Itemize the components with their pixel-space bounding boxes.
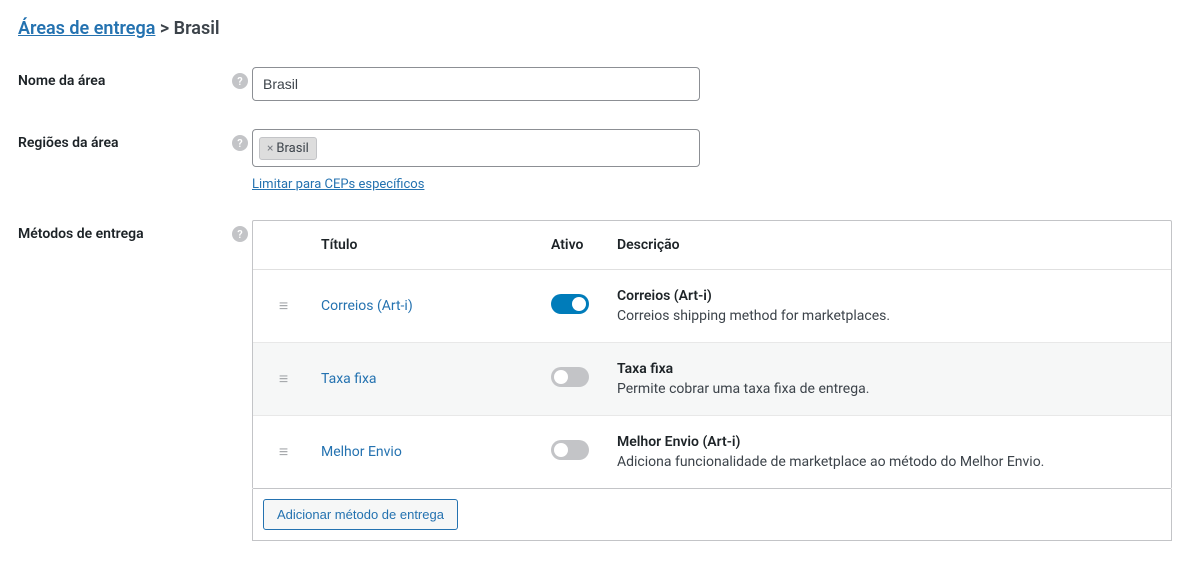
method-desc-text: Permite cobrar uma taxa fixa de entrega. [617, 381, 1165, 397]
method-desc-title: Taxa fixa [617, 361, 1165, 377]
breadcrumb-sep: > [155, 18, 173, 39]
methods-body: ≡ Correios (Art-i) Correios (Art-i) Correio… [253, 270, 1171, 488]
drag-handle-icon[interactable]: ≡ [253, 296, 315, 316]
col-title: Título [315, 237, 545, 253]
breadcrumb: Áreas de entrega > Brasil [18, 18, 1159, 39]
region-tag-label: Brasil [276, 141, 308, 156]
row-area-name: Nome da área ? [18, 67, 1159, 101]
methods-head: Título Ativo Descrição [253, 221, 1171, 270]
method-desc-text: Correios shipping method for marketplace… [617, 308, 1165, 324]
col-description: Descrição [611, 237, 1171, 253]
drag-handle-icon[interactable]: ≡ [253, 442, 315, 462]
region-tag-input[interactable]: ×Brasil [252, 129, 700, 167]
active-toggle[interactable] [551, 367, 589, 387]
region-tag[interactable]: ×Brasil [259, 137, 317, 160]
methods-footer: Adicionar método de entrega [252, 489, 1172, 541]
field-area-regions: ×Brasil Limitar para CEPs específicos [252, 129, 1159, 192]
table-row: ≡ Melhor Envio Melhor Envio (Art-i) Adicion… [253, 416, 1171, 488]
method-title-link[interactable]: Taxa fixa [321, 371, 377, 387]
label-area-name-text: Nome da área [18, 73, 105, 89]
method-title-link[interactable]: Correios (Art-i) [321, 298, 413, 314]
toggle-knob [554, 443, 568, 457]
col-active: Ativo [545, 237, 611, 253]
label-area-regions-text: Regiões da área [18, 135, 119, 151]
breadcrumb-root-link[interactable]: Áreas de entrega [18, 18, 155, 39]
row-area-regions: Regiões da área ? ×Brasil Limitar para C… [18, 129, 1159, 192]
field-area-name [252, 67, 1159, 101]
toggle-knob [554, 370, 568, 384]
label-area-name: Nome da área ? [18, 67, 252, 89]
method-title-link[interactable]: Melhor Envio [321, 444, 402, 460]
label-methods: Métodos de entrega ? [18, 220, 252, 242]
field-methods: Título Ativo Descrição ≡ Correios (Art-i)… [252, 220, 1172, 541]
active-toggle[interactable] [551, 294, 589, 314]
method-desc-title: Correios (Art-i) [617, 288, 1165, 304]
table-row: ≡ Correios (Art-i) Correios (Art-i) Correio… [253, 270, 1171, 343]
add-method-button[interactable]: Adicionar método de entrega [263, 499, 458, 530]
table-row: ≡ Taxa fixa Taxa fixa Permite cobrar uma ta… [253, 343, 1171, 416]
help-icon[interactable]: ? [232, 226, 248, 242]
active-toggle[interactable] [551, 440, 589, 460]
label-area-regions: Regiões da área ? [18, 129, 252, 151]
methods-table: Título Ativo Descrição ≡ Correios (Art-i)… [252, 220, 1172, 489]
limit-cep-link[interactable]: Limitar para CEPs específicos [252, 177, 424, 192]
row-methods: Métodos de entrega ? Título Ativo Descri… [18, 220, 1159, 541]
method-desc-text: Adiciona funcionalidade de marketplace a… [617, 454, 1165, 470]
help-icon[interactable]: ? [232, 73, 248, 89]
help-icon[interactable]: ? [232, 135, 248, 151]
area-name-input[interactable] [252, 67, 700, 101]
method-desc-title: Melhor Envio (Art-i) [617, 434, 1165, 450]
drag-handle-icon[interactable]: ≡ [253, 369, 315, 389]
toggle-knob [572, 297, 586, 311]
breadcrumb-current: Brasil [174, 18, 220, 39]
close-icon[interactable]: × [267, 142, 273, 154]
label-methods-text: Métodos de entrega [18, 226, 144, 242]
